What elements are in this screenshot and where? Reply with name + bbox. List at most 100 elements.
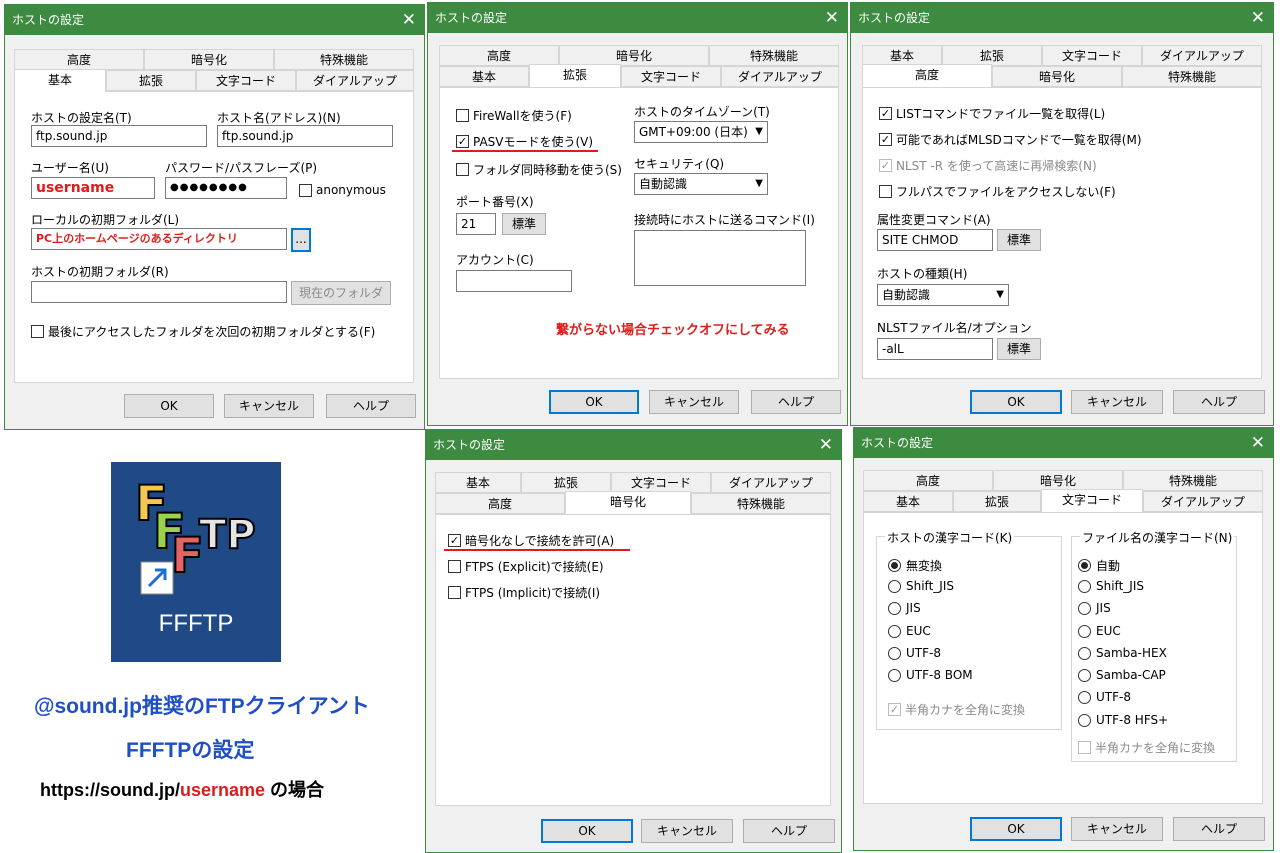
ok-button[interactable]: OK: [970, 390, 1062, 414]
help-button[interactable]: ヘルプ: [751, 390, 841, 414]
host-kanji-radio[interactable]: EUC: [888, 624, 931, 638]
username-input[interactable]: username: [31, 177, 155, 199]
cancel-button[interactable]: キャンセル: [641, 819, 733, 843]
timezone-select[interactable]: GMT+09:00 (日本) ▼: [634, 121, 768, 143]
tab-advanced[interactable]: 高度: [435, 493, 565, 514]
password-input[interactable]: ●●●●●●●●: [165, 177, 287, 199]
nlst-checkbox[interactable]: ✓ NLST -R を使って高速に再帰検索(N): [879, 157, 1097, 174]
tab-advanced[interactable]: 高度: [862, 64, 992, 87]
allow-unencrypted-checkbox[interactable]: ✓ 暗号化なしで接続を許可(A): [448, 532, 614, 549]
tab-ext[interactable]: 拡張: [529, 64, 621, 87]
fullpath-checkbox[interactable]: フルパスでファイルをアクセスしない(F): [879, 183, 1116, 200]
remote-folder-input[interactable]: [31, 281, 287, 303]
tab-ext[interactable]: 拡張: [521, 472, 611, 493]
file-kanji-radio[interactable]: UTF-8 HFS+: [1078, 713, 1168, 727]
tab-dialup[interactable]: ダイアルアップ: [1142, 45, 1262, 66]
sync-folder-checkbox[interactable]: フォルダ同時移動を使う(S): [456, 161, 622, 178]
help-button[interactable]: ヘルプ: [1173, 817, 1265, 841]
tab-dialup[interactable]: ダイアルアップ: [1143, 491, 1263, 512]
list-command-checkbox[interactable]: ✓ LISTコマンドでファイル一覧を取得(L): [879, 105, 1105, 122]
tab-basic[interactable]: 基本: [439, 66, 529, 87]
tab-dialup[interactable]: ダイアルアップ: [721, 66, 839, 87]
browse-button[interactable]: ...: [291, 228, 311, 252]
tab-basic[interactable]: 基本: [862, 45, 942, 66]
close-icon[interactable]: ✕: [825, 3, 839, 33]
tab-charcode[interactable]: 文字コード: [1042, 45, 1142, 66]
tab-basic[interactable]: 基本: [14, 69, 106, 92]
file-kana-checkbox[interactable]: 半角カナを全角に変換: [1078, 739, 1215, 756]
current-folder-button[interactable]: 現在のフォルダ: [291, 281, 391, 305]
close-icon[interactable]: ✕: [1251, 428, 1265, 458]
tab-charcode[interactable]: 文字コード: [611, 472, 711, 493]
tab-charcode[interactable]: 文字コード: [1041, 489, 1143, 512]
file-kanji-radio[interactable]: UTF-8: [1078, 690, 1131, 704]
tab-special[interactable]: 特殊機能: [274, 49, 414, 70]
host-kanji-radio[interactable]: UTF-8: [888, 646, 941, 660]
firewall-checkbox[interactable]: FireWallを使う(F): [456, 107, 572, 124]
help-button[interactable]: ヘルプ: [1173, 390, 1265, 414]
tab-special[interactable]: 特殊機能: [1122, 66, 1262, 87]
close-icon[interactable]: ✕: [819, 430, 833, 460]
host-kanji-radio[interactable]: JIS: [888, 601, 921, 615]
file-kanji-radio[interactable]: 自動: [1078, 557, 1120, 574]
ok-button[interactable]: OK: [124, 394, 214, 418]
tab-advanced[interactable]: 高度: [439, 45, 559, 66]
pasv-checkbox[interactable]: ✓ PASVモードを使う(V): [456, 133, 593, 150]
ftps-implicit-checkbox[interactable]: FTPS (Implicit)で接続(I): [448, 584, 600, 601]
ftps-explicit-checkbox[interactable]: FTPS (Explicit)で接続(E): [448, 558, 604, 575]
ok-button[interactable]: OK: [549, 390, 639, 414]
host-kanji-radio[interactable]: Shift_JIS: [888, 579, 954, 593]
tab-dialup[interactable]: ダイアルアップ: [711, 472, 831, 493]
tab-advanced[interactable]: 高度: [14, 49, 144, 70]
tab-crypto[interactable]: 暗号化: [559, 45, 709, 66]
help-button[interactable]: ヘルプ: [326, 394, 416, 418]
file-kanji-radio[interactable]: Shift_JIS: [1078, 579, 1144, 593]
anonymous-checkbox[interactable]: anonymous: [299, 183, 386, 197]
nlst-default-button[interactable]: 標準: [997, 338, 1041, 360]
port-default-button[interactable]: 標準: [502, 213, 546, 235]
close-icon[interactable]: ✕: [1251, 3, 1265, 33]
help-button[interactable]: ヘルプ: [743, 819, 835, 843]
tab-ext[interactable]: 拡張: [106, 70, 196, 91]
tab-special[interactable]: 特殊機能: [1123, 470, 1263, 491]
tab-ext[interactable]: 拡張: [953, 491, 1041, 512]
host-kanji-radio[interactable]: 無変換: [888, 557, 942, 574]
tab-crypto[interactable]: 暗号化: [144, 49, 274, 70]
cancel-button[interactable]: キャンセル: [224, 394, 314, 418]
ok-button[interactable]: OK: [541, 819, 633, 843]
tab-special[interactable]: 特殊機能: [691, 493, 831, 514]
host-kana-checkbox[interactable]: ✓ 半角カナを全角に変換: [888, 701, 1025, 718]
file-kanji-radio[interactable]: Samba-HEX: [1078, 646, 1167, 660]
host-kanji-radio[interactable]: UTF-8 BOM: [888, 668, 973, 682]
tab-advanced[interactable]: 高度: [863, 470, 993, 491]
close-icon[interactable]: ✕: [402, 5, 416, 35]
tab-crypto[interactable]: 暗号化: [992, 66, 1122, 87]
host-name-input[interactable]: ftp.sound.jp: [31, 125, 207, 147]
connect-command-textarea[interactable]: [634, 230, 806, 286]
tab-special[interactable]: 特殊機能: [709, 45, 839, 66]
attr-command-input[interactable]: SITE CHMOD: [877, 229, 993, 251]
nlst-file-input[interactable]: -alL: [877, 338, 993, 360]
cancel-button[interactable]: キャンセル: [649, 390, 739, 414]
mlsd-checkbox[interactable]: ✓ 可能であればMLSDコマンドで一覧を取得(M): [879, 131, 1142, 148]
tab-charcode[interactable]: 文字コード: [621, 66, 721, 87]
tab-dialup[interactable]: ダイアルアップ: [296, 70, 414, 91]
host-type-select[interactable]: 自動認識 ▼: [877, 284, 1009, 306]
tab-basic[interactable]: 基本: [435, 472, 521, 493]
security-select[interactable]: 自動認識 ▼: [634, 173, 768, 195]
tab-charcode[interactable]: 文字コード: [196, 70, 296, 91]
last-folder-checkbox[interactable]: 最後にアクセスしたフォルダを次回の初期フォルダとする(F): [31, 323, 375, 340]
port-input[interactable]: 21: [456, 213, 496, 235]
file-kanji-radio[interactable]: JIS: [1078, 601, 1111, 615]
file-kanji-radio[interactable]: Samba-CAP: [1078, 668, 1166, 682]
cancel-button[interactable]: キャンセル: [1071, 817, 1163, 841]
account-input[interactable]: [456, 270, 572, 292]
cancel-button[interactable]: キャンセル: [1071, 390, 1163, 414]
ok-button[interactable]: OK: [970, 817, 1062, 841]
host-address-input[interactable]: ftp.sound.jp: [217, 125, 393, 147]
local-folder-input[interactable]: PC上のホームページのあるディレクトリ: [31, 228, 287, 250]
tab-crypto[interactable]: 暗号化: [993, 470, 1123, 491]
tab-ext[interactable]: 拡張: [942, 45, 1042, 66]
file-kanji-radio[interactable]: EUC: [1078, 624, 1121, 638]
attr-default-button[interactable]: 標準: [997, 229, 1041, 251]
